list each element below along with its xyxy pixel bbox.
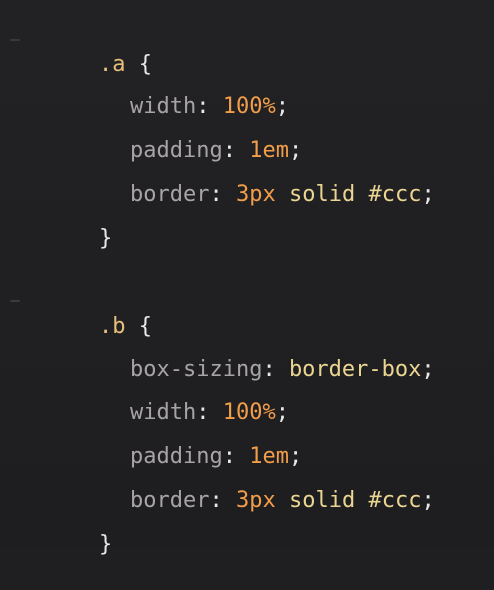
code-line: width: 100%; xyxy=(129,94,289,119)
fold-marker-icon[interactable] xyxy=(10,39,20,41)
fold-marker-icon[interactable] xyxy=(10,300,20,302)
code-line: border: 3px solid #ccc; xyxy=(129,182,435,207)
css-value: #ccc xyxy=(368,182,422,207)
css-property: border xyxy=(129,488,210,513)
code-line: .b { xyxy=(46,282,152,339)
css-value: 3px xyxy=(235,182,276,207)
code-line: padding: 1em; xyxy=(129,138,303,163)
code-line: width: 100%; xyxy=(129,400,289,425)
css-value: solid xyxy=(288,488,356,513)
close-brace: } xyxy=(98,532,113,557)
code-line: } xyxy=(46,500,112,557)
code-line: border: 3px solid #ccc; xyxy=(129,488,435,513)
code-line: box-sizing: border-box; xyxy=(129,357,435,382)
css-value: #ccc xyxy=(368,488,422,513)
css-value: border-box xyxy=(288,357,422,382)
close-brace: } xyxy=(98,226,113,251)
code-line: padding: 1em; xyxy=(129,444,303,469)
code-line: .a { xyxy=(46,20,152,77)
css-value: 3px xyxy=(235,488,276,513)
code-line: } xyxy=(46,194,112,251)
css-value: solid xyxy=(288,182,356,207)
code-editor[interactable]: .a { width: 100%; padding: 1em; border: … xyxy=(0,0,494,557)
css-property: border xyxy=(129,182,210,207)
